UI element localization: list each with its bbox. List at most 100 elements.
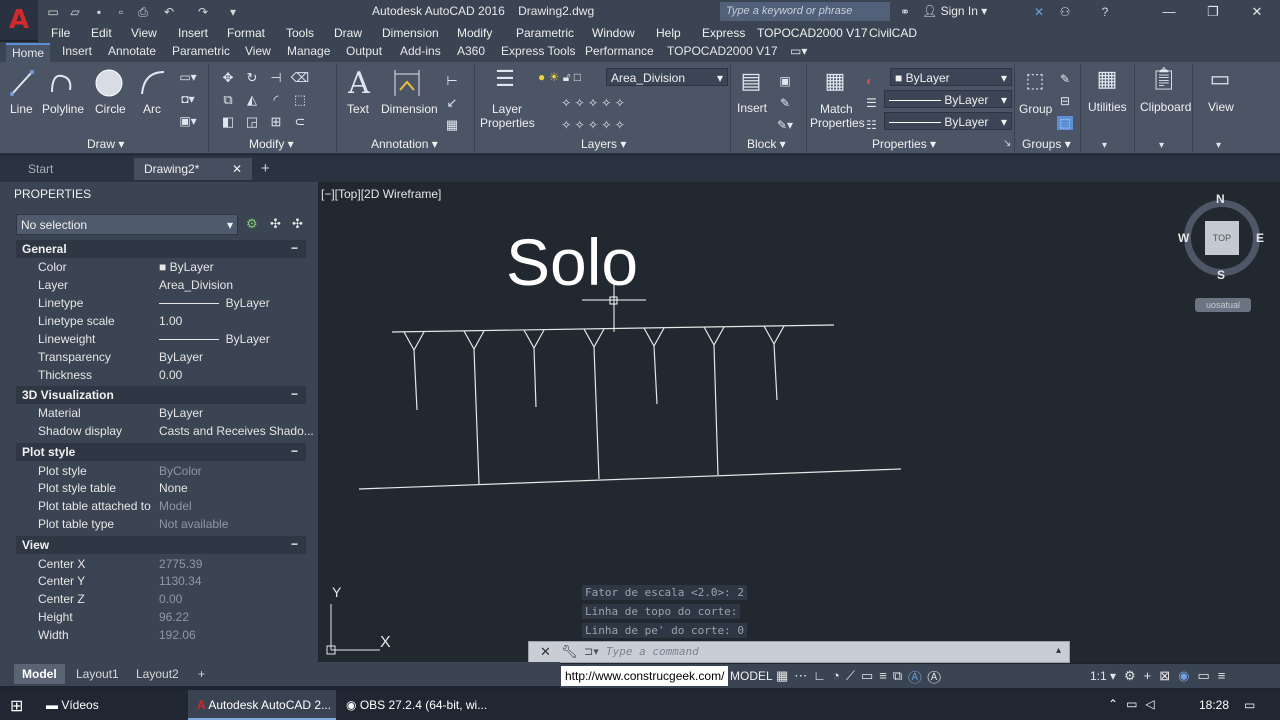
- menu-tools[interactable]: Tools: [286, 26, 314, 40]
- property-row[interactable]: Width 192.06: [16, 626, 306, 644]
- select-objects-icon[interactable]: ✣: [270, 216, 281, 232]
- group-icon[interactable]: ⬚: [1020, 68, 1050, 98]
- osnap-tracking-icon[interactable]: ▭: [861, 668, 879, 683]
- rotate-icon[interactable]: ↻: [240, 70, 264, 86]
- property-row[interactable]: Color ■ ByLayer: [16, 258, 306, 276]
- lineweight-toggle-icon[interactable]: ≡: [879, 668, 893, 683]
- help-search-input[interactable]: Type a keyword or phrase: [720, 2, 890, 21]
- property-row[interactable]: Material ByLayer: [16, 404, 306, 422]
- modify-panel-title[interactable]: Modify ▾: [249, 137, 294, 151]
- property-row[interactable]: Center Y 1130.34: [16, 572, 306, 590]
- ribbon-tab-a360[interactable]: A360: [457, 44, 485, 58]
- ribbon-tab-addins[interactable]: Add-ins: [400, 44, 441, 58]
- status-toggles[interactable]: ▦⋯∟◔⟋▭≡⧉ⒶⒶ: [776, 668, 947, 684]
- layer-dropdown[interactable]: Area_Division ▾: [606, 68, 728, 86]
- lineweight-dropdown[interactable]: ByLayer ▾: [884, 112, 1012, 130]
- monitor-icon[interactable]: ▭: [1126, 697, 1145, 711]
- close-button[interactable]: ✕: [1234, 0, 1280, 24]
- menu-civilcad[interactable]: CivilCAD: [869, 26, 917, 40]
- tab-model[interactable]: Model: [14, 664, 65, 684]
- menu-topocad[interactable]: TOPOCAD2000 V17: [757, 26, 868, 40]
- modify-tools[interactable]: ✥ ↻ ⊣ ⌫ ⧉ ◭ ◜ ⬚ ◧ ◲ ⊞ ⊂: [216, 70, 316, 130]
- text-label[interactable]: Text: [347, 102, 369, 116]
- menu-draw[interactable]: Draw: [334, 26, 362, 40]
- table-icon[interactable]: ▦: [446, 117, 458, 132]
- clipboard-icon[interactable]: 📋︎: [1150, 66, 1178, 96]
- clipboard-label[interactable]: Clipboard: [1140, 100, 1191, 114]
- taskbar-clock[interactable]: 18:28: [1199, 698, 1229, 712]
- property-row[interactable]: Center Z 0.00: [16, 590, 306, 608]
- a360-icon[interactable]: ⚇: [1056, 3, 1074, 21]
- menu-help[interactable]: Help: [656, 26, 681, 40]
- plus-icon[interactable]: +: [1144, 668, 1160, 683]
- view-label[interactable]: View: [1208, 100, 1234, 114]
- annotation-visibility-icon[interactable]: Ⓐ: [908, 668, 927, 683]
- arc-tool[interactable]: [138, 68, 166, 98]
- erase-icon[interactable]: ⌫: [288, 70, 312, 86]
- ribbon-tab-express-tools[interactable]: Express Tools: [501, 44, 575, 58]
- group-label[interactable]: Group: [1019, 102, 1052, 116]
- collapse-icon[interactable]: −: [291, 241, 298, 255]
- annotation-panel-title[interactable]: Annotation ▾: [371, 137, 438, 151]
- exchange-apps-icon[interactable]: ✕: [1030, 3, 1048, 21]
- volume-icon[interactable]: ◁: [1145, 697, 1162, 711]
- save-icon[interactable]: ▪: [90, 3, 108, 21]
- collapse-icon[interactable]: −: [291, 537, 298, 551]
- menu-parametric[interactable]: Parametric: [516, 26, 574, 40]
- menu-express[interactable]: Express: [702, 26, 745, 40]
- viewcube-east[interactable]: E: [1256, 231, 1264, 245]
- view-icon[interactable]: ▭: [1206, 66, 1234, 96]
- property-row[interactable]: Plot style ByColor: [16, 462, 306, 480]
- block-panel-title[interactable]: Block ▾: [747, 137, 786, 151]
- insert-label[interactable]: Insert: [737, 101, 767, 115]
- leader-icon[interactable]: ↙: [447, 95, 458, 110]
- section-plot-style[interactable]: Plot style −: [16, 443, 306, 461]
- new-tab-icon[interactable]: +: [261, 160, 270, 177]
- menu-edit[interactable]: Edit: [91, 26, 112, 40]
- polyline-tool[interactable]: [48, 68, 76, 98]
- ribbon-tab-output[interactable]: Output: [346, 44, 382, 58]
- group-tools[interactable]: ✎ ⊟ ⬚: [1055, 68, 1075, 130]
- move-icon[interactable]: ✥: [216, 70, 240, 86]
- property-row[interactable]: Center X 2775.39: [16, 555, 306, 573]
- menu-window[interactable]: Window: [592, 26, 635, 40]
- save-as-icon[interactable]: ▫: [112, 3, 130, 21]
- property-row[interactable]: Lineweight ByLayer: [16, 330, 306, 348]
- application-menu-button[interactable]: A: [0, 0, 38, 40]
- ribbon-tab-topocad[interactable]: TOPOCAD2000 V17: [667, 44, 778, 58]
- command-history-toggle-icon[interactable]: ▴: [1056, 645, 1061, 656]
- ribbon-tab-home[interactable]: Home: [6, 43, 50, 62]
- circle-tool[interactable]: [94, 68, 124, 98]
- layer-tools[interactable]: ✧ ✧ ✧ ✧ ✧ ✧ ✧ ✧ ✧ ✧: [538, 92, 648, 132]
- section-general[interactable]: General −: [16, 240, 306, 258]
- minimize-button[interactable]: —: [1146, 0, 1192, 24]
- chevron-down-icon[interactable]: ▾: [1159, 140, 1164, 151]
- status-right-tools[interactable]: ⚙+⊠◉▭≡: [1124, 668, 1233, 684]
- layer-properties-label-2[interactable]: Properties: [480, 116, 535, 130]
- selection-dropdown[interactable]: No selection ▾: [16, 214, 238, 235]
- color-dropdown[interactable]: ■ ByLayer ▾: [890, 68, 1012, 86]
- block-tools[interactable]: ▣ ✎ ✎▾: [770, 70, 800, 132]
- selection-cycling-icon[interactable]: ⧉: [893, 668, 908, 683]
- sign-in-button[interactable]: 👤︎ Sign In ▾: [922, 4, 987, 18]
- system-tray[interactable]: ⌃▭◁: [1108, 697, 1163, 711]
- close-icon[interactable]: ✕: [232, 162, 242, 176]
- menu-format[interactable]: Format: [227, 26, 265, 40]
- redo-icon[interactable]: ↷: [194, 3, 212, 21]
- ribbon-tab-parametric[interactable]: Parametric: [172, 44, 230, 58]
- scale-icon[interactable]: ◲: [240, 114, 264, 130]
- group-edit-icon[interactable]: ⊟: [1060, 94, 1070, 108]
- insert-block-icon[interactable]: ▤: [736, 68, 766, 98]
- layer-properties-icon[interactable]: ☰: [490, 66, 520, 96]
- property-row[interactable]: Layer Area_Division: [16, 276, 306, 294]
- section-view[interactable]: View −: [16, 536, 306, 554]
- snap-icon[interactable]: ⋯: [794, 668, 813, 683]
- customize-quick-access-icon[interactable]: ▾: [224, 3, 242, 21]
- command-input[interactable]: Type a command: [606, 645, 699, 658]
- workspace-gear-icon[interactable]: ⚙: [1124, 668, 1144, 683]
- trim-icon[interactable]: ⊣: [264, 70, 288, 86]
- viewcube-south[interactable]: S: [1217, 268, 1225, 282]
- maximize-button[interactable]: ❐: [1190, 0, 1236, 24]
- menu-modify[interactable]: Modify: [457, 26, 492, 40]
- create-block-icon[interactable]: ▣: [779, 74, 790, 88]
